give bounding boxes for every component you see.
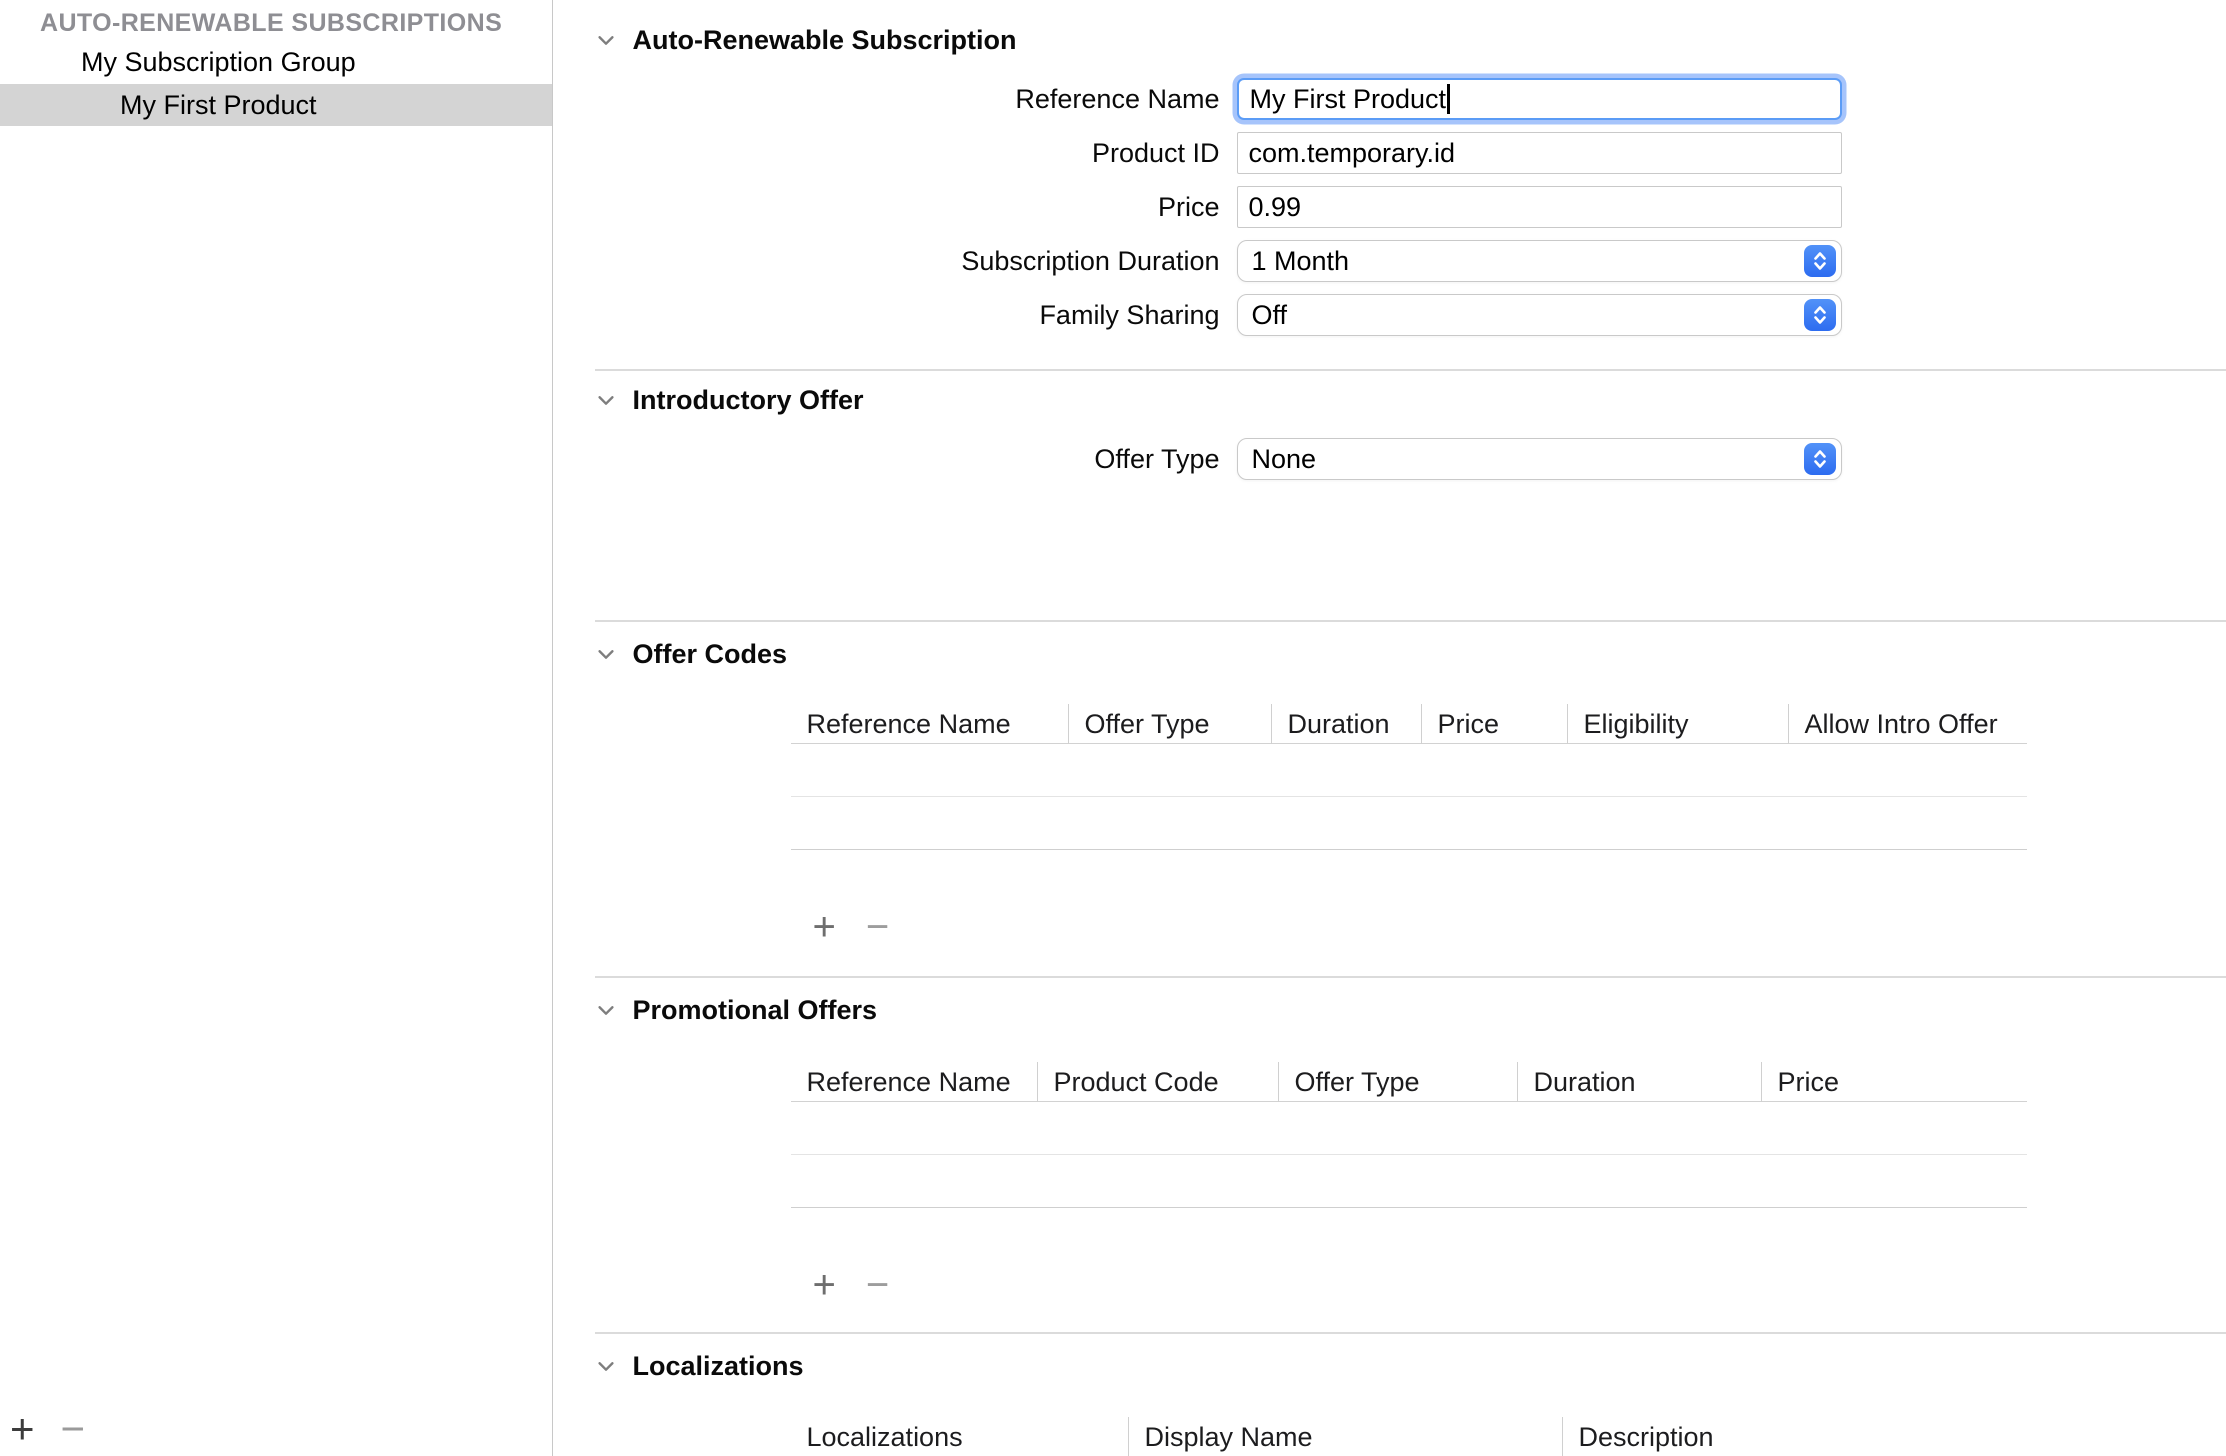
offer-type-label: Offer Type [555,444,1220,475]
disclosure-chevron-icon[interactable] [595,389,617,411]
popup-chevrons-icon [1804,299,1836,331]
popup-chevrons-icon [1804,245,1836,277]
disclosure-chevron-icon[interactable] [595,999,617,1021]
column-header[interactable]: Duration [1271,704,1421,744]
popup-value: None [1252,444,1317,475]
section-auto-renewable-subscription: Auto-Renewable Subscription Reference Na… [555,20,2226,348]
add-item-button[interactable]: + [10,1408,35,1450]
family-sharing-label: Family Sharing [555,300,1220,331]
column-header[interactable]: Offer Type [1278,1062,1517,1102]
popup-value: 1 Month [1252,246,1350,277]
section-localizations: Localizations Localizations Display Name… [555,1346,2226,1456]
subscription-duration-label: Subscription Duration [555,246,1220,277]
offer-type-popup[interactable]: None [1237,438,1842,480]
reference-name-input[interactable]: My First Product [1237,78,1842,120]
table-header-row: Reference Name Offer Type Duration Price… [791,704,2027,744]
offer-codes-controls: + − [813,904,2226,950]
section-divider [595,369,2226,371]
section-divider [595,620,2226,622]
column-header[interactable]: Price [1421,704,1567,744]
disclosure-chevron-icon[interactable] [595,643,617,665]
column-header[interactable]: Offer Type [1068,704,1271,744]
localizations-table: Localizations Display Name Description [791,1417,2027,1456]
promotional-offers-table: Reference Name Product Code Offer Type D… [791,1062,2027,1208]
reference-name-label: Reference Name [555,84,1220,115]
empty-table-row [791,744,2027,797]
promotional-offers-controls: + − [813,1262,2226,1308]
section-title: Offer Codes [633,639,788,670]
column-header[interactable]: Price [1761,1062,2027,1102]
popup-chevrons-icon [1804,443,1836,475]
column-header[interactable]: Eligibility [1567,704,1788,744]
section-divider [595,1332,2226,1334]
sidebar-item-label: My First Product [120,90,317,121]
section-title: Localizations [633,1351,804,1382]
detail-pane: Auto-Renewable Subscription Reference Na… [555,0,2226,1456]
section-divider [595,976,2226,978]
column-header[interactable]: Description [1562,1417,2027,1456]
text-cursor [1447,84,1450,114]
offer-codes-table: Reference Name Offer Type Duration Price… [791,704,2027,850]
sidebar-group-header: AUTO-RENEWABLE SUBSCRIPTIONS [40,9,502,38]
column-header[interactable]: Display Name [1128,1417,1562,1456]
product-id-label: Product ID [555,138,1220,169]
empty-table-row [791,1155,2027,1208]
sidebar-item-subscription-group[interactable]: My Subscription Group [0,41,552,83]
section-title: Introductory Offer [633,385,864,416]
add-promotional-offer-button[interactable]: + [813,1265,836,1305]
remove-promotional-offer-button[interactable]: − [866,1265,889,1305]
subscription-duration-popup[interactable]: 1 Month [1237,240,1842,282]
column-header[interactable]: Reference Name [791,704,1068,744]
section-title: Promotional Offers [633,995,878,1026]
family-sharing-popup[interactable]: Off [1237,294,1842,336]
remove-item-button[interactable]: − [61,1408,86,1450]
column-header[interactable]: Localizations [791,1417,1128,1456]
price-input[interactable] [1237,186,1842,228]
price-label: Price [555,192,1220,223]
section-promotional-offers: Promotional Offers Reference Name Produc… [555,990,2226,1308]
input-value: My First Product [1250,84,1447,115]
sidebar-footer: + − [0,1404,85,1454]
sidebar: AUTO-RENEWABLE SUBSCRIPTIONS My Subscrip… [0,0,553,1456]
sidebar-item-first-product[interactable]: My First Product [0,84,552,126]
remove-offer-code-button[interactable]: − [866,907,889,947]
sidebar-item-label: My Subscription Group [81,47,356,78]
table-header-row: Localizations Display Name Description [791,1417,2027,1456]
disclosure-chevron-icon[interactable] [595,1355,617,1377]
product-id-input[interactable] [1237,132,1842,174]
column-header[interactable]: Reference Name [791,1062,1037,1102]
popup-value: Off [1252,300,1288,331]
section-offer-codes: Offer Codes Reference Name Offer Type Du… [555,634,2226,950]
disclosure-chevron-icon[interactable] [595,29,617,51]
column-header[interactable]: Allow Intro Offer [1788,704,2027,744]
column-header[interactable]: Duration [1517,1062,1761,1102]
empty-table-row [791,797,2027,850]
section-introductory-offer: Introductory Offer Offer Type None [555,380,2226,492]
add-offer-code-button[interactable]: + [813,907,836,947]
empty-table-row [791,1102,2027,1155]
table-header-row: Reference Name Product Code Offer Type D… [791,1062,2027,1102]
column-header[interactable]: Product Code [1037,1062,1278,1102]
section-title: Auto-Renewable Subscription [633,25,1017,56]
storekit-configuration-window: AUTO-RENEWABLE SUBSCRIPTIONS My Subscrip… [0,0,2226,1456]
